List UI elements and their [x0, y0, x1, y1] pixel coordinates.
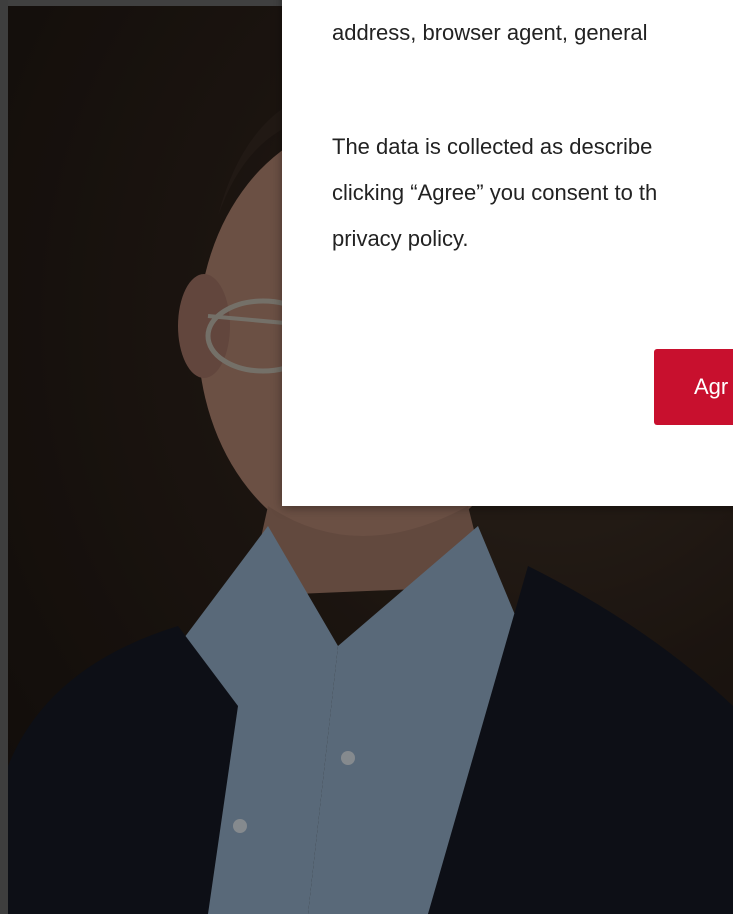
consent-line: clicking “Agree” you consent to th: [332, 180, 658, 205]
consent-paragraph-2: The data is collected as describe clicki…: [332, 124, 657, 262]
agree-button[interactable]: Agr: [654, 349, 733, 425]
consent-line: The data is collected as describe: [332, 134, 653, 159]
consent-paragraph-1: address, browser agent, general: [332, 10, 648, 56]
viewport: address, browser agent, general The data…: [0, 0, 733, 914]
cookie-consent-dialog: address, browser agent, general The data…: [282, 0, 733, 506]
consent-line: address, browser agent, general: [332, 20, 648, 45]
consent-line: privacy policy.: [332, 226, 469, 251]
